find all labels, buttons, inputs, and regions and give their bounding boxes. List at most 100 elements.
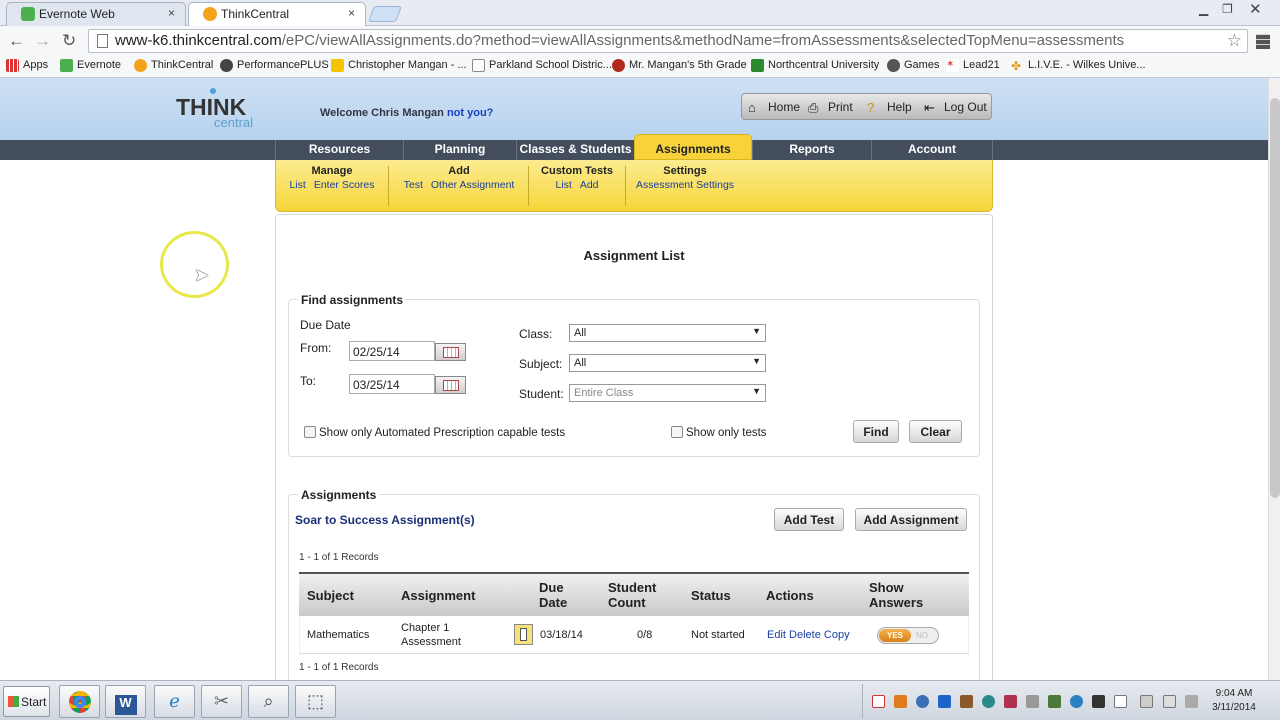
tray-icon[interactable] bbox=[1026, 695, 1039, 708]
close-tab-icon[interactable]: × bbox=[348, 6, 355, 20]
delete-link[interactable]: Delete bbox=[789, 629, 821, 641]
back-icon[interactable]: ← bbox=[8, 31, 25, 51]
bookmark-apps[interactable]: Apps bbox=[6, 59, 48, 72]
address-bar[interactable]: www-k6.thinkcentral.com/ePC/viewAllAssig… bbox=[88, 29, 1248, 53]
custom-tests-list-link[interactable]: List bbox=[555, 179, 571, 191]
show-answers-toggle[interactable]: YES NO bbox=[877, 627, 939, 644]
network-icon[interactable] bbox=[1185, 695, 1198, 708]
col-assignment[interactable]: Assignment bbox=[401, 588, 475, 603]
bookmark-thinkcentral[interactable]: ThinkCentral bbox=[134, 59, 213, 72]
tray-icon[interactable] bbox=[872, 695, 885, 708]
bookmark-games[interactable]: Games bbox=[887, 59, 939, 72]
enter-scores-link[interactable]: Enter Scores bbox=[314, 179, 375, 191]
taskbar-screen-capture[interactable]: ⬚ bbox=[295, 685, 336, 718]
clear-button[interactable]: Clear bbox=[909, 420, 962, 443]
bookmark-mangan-5th[interactable]: Mr. Mangan's 5th Grade bbox=[612, 59, 747, 72]
volume-icon[interactable] bbox=[1163, 695, 1176, 708]
find-button[interactable]: Find bbox=[853, 420, 899, 443]
soar-to-success-link[interactable]: Soar to Success Assignment(s) bbox=[295, 513, 475, 527]
reload-icon[interactable]: ↻ bbox=[62, 31, 76, 51]
help-button[interactable]: ? Help bbox=[867, 100, 912, 115]
subject-select[interactable]: All ▼ bbox=[569, 354, 766, 372]
tab-evernote[interactable]: Evernote Web × bbox=[6, 2, 186, 26]
not-you-link[interactable]: not you? bbox=[447, 107, 493, 119]
chrome-menu-icon[interactable]: ▬ ▬ ▬ bbox=[1256, 27, 1270, 51]
bookmark-lead21[interactable]: ✶ Lead21 bbox=[946, 59, 1000, 72]
nav-tab-resources[interactable]: Resources bbox=[275, 140, 403, 160]
taskbar-chrome[interactable] bbox=[59, 685, 100, 718]
tray-icon[interactable] bbox=[916, 695, 929, 708]
bookmark-star-icon[interactable]: ☆ bbox=[1227, 31, 1242, 51]
to-date-input[interactable]: 03/25/14 bbox=[349, 374, 435, 394]
tray-icon[interactable] bbox=[982, 695, 995, 708]
nav-tab-assignments[interactable]: Assignments bbox=[634, 134, 752, 160]
bookmark-parkland[interactable]: Parkland School Distric... bbox=[472, 59, 612, 72]
assignments-legend: Assignments bbox=[298, 488, 380, 502]
action-center-flag-icon[interactable] bbox=[1114, 695, 1127, 708]
close-tab-icon[interactable]: × bbox=[168, 6, 175, 20]
bluetooth-icon[interactable] bbox=[938, 695, 951, 708]
battery-icon[interactable] bbox=[1140, 695, 1153, 708]
minimize-icon[interactable]: ▁ bbox=[1199, 2, 1208, 16]
bookmark-performanceplus[interactable]: PerformancePLUS bbox=[220, 59, 329, 72]
taskbar-snipping[interactable]: ✂ bbox=[201, 685, 242, 718]
calendar-icon bbox=[443, 380, 459, 391]
nav-tab-classes-students[interactable]: Classes & Students bbox=[516, 140, 634, 160]
automated-prescription-checkbox[interactable] bbox=[304, 426, 316, 438]
logout-button[interactable]: ⇤ Log Out bbox=[924, 100, 987, 115]
logout-icon: ⇤ bbox=[924, 100, 935, 115]
manage-list-link[interactable]: List bbox=[289, 179, 305, 191]
row-assignment[interactable]: Chapter 1 Assessment bbox=[401, 621, 481, 649]
tray-icon[interactable] bbox=[1004, 695, 1017, 708]
custom-tests-add-link[interactable]: Add bbox=[580, 179, 599, 191]
nav-tab-account[interactable]: Account bbox=[871, 140, 993, 160]
tray-icon[interactable] bbox=[960, 695, 973, 708]
tray-icon[interactable] bbox=[894, 695, 907, 708]
taskbar-clock[interactable]: 9:04 AM 3/11/2014 bbox=[1206, 687, 1262, 715]
new-tab-button[interactable] bbox=[368, 6, 402, 22]
add-assignment-button[interactable]: Add Assignment bbox=[855, 508, 967, 531]
to-calendar-button[interactable] bbox=[435, 376, 466, 394]
performanceplus-icon bbox=[220, 59, 233, 72]
home-button[interactable]: ⌂ Home bbox=[748, 100, 800, 115]
col-due-date[interactable]: Due Date bbox=[539, 580, 579, 610]
from-date-input[interactable]: 02/25/14 bbox=[349, 341, 435, 361]
tray-icon[interactable] bbox=[1070, 695, 1083, 708]
taskbar-word[interactable]: W bbox=[105, 685, 146, 718]
add-other-assignment-link[interactable]: Other Assignment bbox=[431, 179, 514, 191]
tray-icon[interactable] bbox=[1048, 695, 1061, 708]
add-test-link[interactable]: Test bbox=[404, 179, 423, 191]
copy-link[interactable]: Copy bbox=[824, 629, 850, 641]
col-show-answers: Show Answers bbox=[869, 580, 924, 610]
tray-icon[interactable] bbox=[1092, 695, 1105, 708]
start-button[interactable]: Start bbox=[3, 686, 50, 717]
page-scrollbar[interactable] bbox=[1268, 78, 1280, 680]
taskbar-magnifier[interactable]: ⌕ bbox=[248, 685, 289, 718]
print-button[interactable]: ⎙ Print bbox=[808, 100, 853, 115]
from-calendar-button[interactable] bbox=[435, 343, 466, 361]
northcentral-icon bbox=[751, 59, 764, 72]
bookmark-christopher[interactable]: Christopher Mangan - ... bbox=[331, 59, 467, 72]
student-select[interactable]: Entire Class ▼ bbox=[569, 384, 766, 402]
forward-icon[interactable]: → bbox=[34, 31, 51, 51]
nav-tab-reports[interactable]: Reports bbox=[752, 140, 871, 160]
add-test-button[interactable]: Add Test bbox=[774, 508, 844, 531]
bookmark-evernote[interactable]: Evernote bbox=[60, 59, 121, 72]
taskbar-ie[interactable]: ℯ bbox=[154, 685, 195, 718]
nav-tab-planning[interactable]: Planning bbox=[403, 140, 516, 160]
bookmark-northcentral[interactable]: Northcentral University bbox=[751, 59, 879, 72]
evernote-icon bbox=[21, 7, 35, 21]
scrollbar-thumb[interactable] bbox=[1270, 98, 1280, 498]
assessment-settings-link[interactable]: Assessment Settings bbox=[636, 179, 734, 191]
tab-thinkcentral[interactable]: ThinkCentral × bbox=[188, 2, 366, 26]
show-only-tests-checkbox[interactable] bbox=[671, 426, 683, 438]
close-window-icon[interactable]: ✕ bbox=[1249, 0, 1262, 18]
col-student-count[interactable]: Student Count bbox=[608, 580, 668, 610]
restore-icon[interactable]: ❐ bbox=[1222, 2, 1233, 16]
edit-link[interactable]: Edit bbox=[767, 629, 786, 641]
clock-date: 3/11/2014 bbox=[1212, 702, 1256, 713]
bookmark-live[interactable]: ✤ L.I.V.E. - Wilkes Unive... bbox=[1011, 59, 1146, 73]
col-subject[interactable]: Subject bbox=[307, 588, 354, 603]
class-select[interactable]: All ▼ bbox=[569, 324, 766, 342]
col-status[interactable]: Status bbox=[691, 588, 731, 603]
